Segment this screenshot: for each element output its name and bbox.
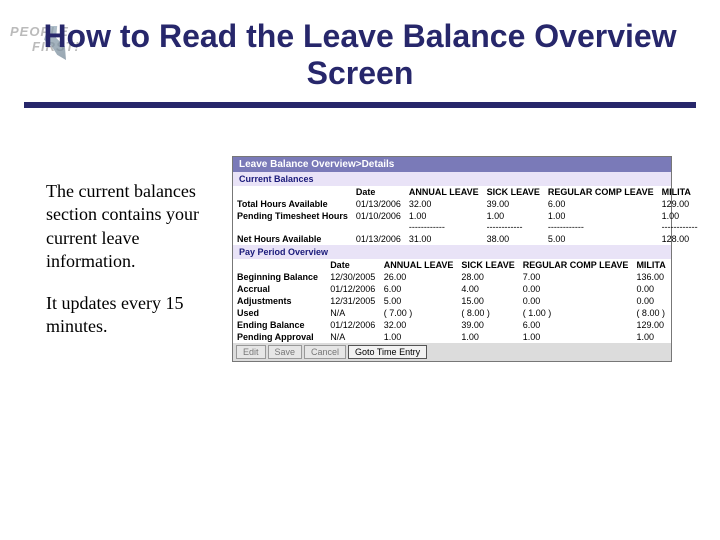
table-row: Used N/A ( 7.00 ) ( 8.00 ) ( 1.00 ) ( 8.… [233,307,671,319]
page-title: How to Read the Leave Balance Overview S… [0,18,720,92]
separator-row: ------------ ------------ ------------ -… [233,222,702,233]
table-row: Accrual 01/12/2006 6.00 4.00 0.00 0.00 [233,283,671,295]
button-bar: Edit Save Cancel Goto Time Entry [233,343,671,361]
col-sick: SICK LEAVE [483,186,544,198]
pay-period-header: Pay Period Overview [233,245,671,259]
table-row: Ending Balance 01/12/2006 32.00 39.00 6.… [233,319,671,331]
table-row: Pending Approval N/A 1.00 1.00 1.00 1.00 [233,331,671,343]
pay-period-table: Date ANNUAL LEAVE SICK LEAVE REGULAR COM… [233,259,671,343]
table-header-row: Date ANNUAL LEAVE SICK LEAVE REGULAR COM… [233,259,671,271]
col-date: Date [352,186,405,198]
current-balances-table: Date ANNUAL LEAVE SICK LEAVE REGULAR COM… [233,186,702,245]
col-annual: ANNUAL LEAVE [405,186,483,198]
current-balances-header: Current Balances [233,172,671,186]
description-p1: The current balances section contains yo… [46,180,206,274]
title-rule [24,102,696,108]
description: The current balances section contains yo… [46,180,206,356]
table-row: Net Hours Available 01/13/2006 31.00 38.… [233,233,702,245]
cancel-button[interactable]: Cancel [304,345,346,359]
save-button[interactable]: Save [268,345,303,359]
leave-balance-screenshot: Leave Balance Overview>Details Current B… [232,156,672,362]
table-row: Beginning Balance 12/30/2005 26.00 28.00… [233,271,671,283]
col-milita: MILITA [658,186,702,198]
edit-button[interactable]: Edit [236,345,266,359]
col-comp: REGULAR COMP LEAVE [544,186,658,198]
col-blank [233,186,352,198]
table-row: Total Hours Available 01/13/2006 32.00 3… [233,198,702,210]
description-p2: It updates every 15 minutes. [46,292,206,339]
window-titlebar: Leave Balance Overview>Details [233,157,671,172]
table-header-row: Date ANNUAL LEAVE SICK LEAVE REGULAR COM… [233,186,702,198]
table-row: Adjustments 12/31/2005 5.00 15.00 0.00 0… [233,295,671,307]
goto-time-entry-button[interactable]: Goto Time Entry [348,345,427,359]
table-row: Pending Timesheet Hours 01/10/2006 1.00 … [233,210,702,222]
